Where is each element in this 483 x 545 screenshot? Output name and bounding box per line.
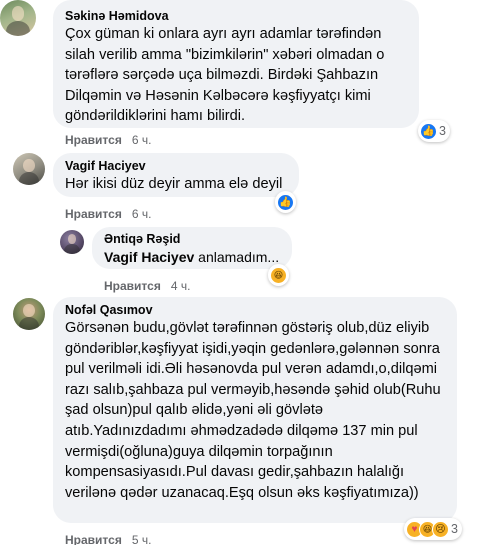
- like-button[interactable]: Нравится: [65, 133, 122, 147]
- like-button[interactable]: Нравится: [65, 207, 122, 221]
- comment-text: Hər ikisi düz deyir amma elə deyil: [65, 176, 283, 192]
- reactions-summary[interactable]: 👍: [275, 191, 296, 213]
- avatar[interactable]: [60, 230, 84, 254]
- reply-text: anlamadım...: [194, 249, 280, 265]
- comment-text: Vagif Haciyev anlamadım...: [104, 247, 280, 268]
- like-button[interactable]: Нравится: [65, 533, 122, 545]
- comment-timestamp[interactable]: 6 ч.: [132, 207, 152, 221]
- comment-actions: Нравится 6 ч.: [65, 133, 151, 147]
- comment-author[interactable]: Səkinə Həmidova: [65, 8, 407, 24]
- like-button[interactable]: Нравится: [104, 279, 161, 293]
- comment-actions: Нравится 4 ч.: [104, 279, 190, 293]
- comment-text: Çox güman ki onlara ayrı ayrı adamlar tə…: [65, 26, 385, 125]
- comment-timestamp[interactable]: 5 ч.: [132, 533, 152, 545]
- comment-bubble: Nofəl Qasımov Görsənən budu,gövlət tərəf…: [53, 297, 457, 523]
- comment-actions: Нравится 5 ч.: [65, 533, 151, 545]
- avatar[interactable]: [13, 153, 45, 185]
- comment-bubble: Səkinə Həmidova Çox güman ki onlara ayrı…: [53, 0, 419, 128]
- mention-link[interactable]: Vagif Haciyev: [104, 249, 194, 265]
- like-icon: 👍: [420, 122, 437, 140]
- comment-actions: Нравится 6 ч.: [65, 207, 151, 221]
- sad-icon: 😢: [432, 520, 449, 538]
- avatar[interactable]: [0, 0, 36, 36]
- comment-author[interactable]: Əntiqə Rəşid: [104, 231, 280, 247]
- reply-bubble: Əntiqə Rəşid Vagif Haciyev anlamadım...: [92, 227, 292, 269]
- comment-author[interactable]: Nofəl Qasımov: [65, 302, 445, 318]
- reaction-count: 3: [439, 124, 446, 138]
- comment-text: Görsənən budu,gövlət tərəfinnən göstəriş…: [65, 320, 441, 501]
- comment-bubble: Vagif Haciyev Hər ikisi düz deyir amma e…: [53, 153, 299, 197]
- reactions-summary[interactable]: 😆: [268, 264, 289, 286]
- like-icon: 👍: [277, 193, 294, 211]
- comment-timestamp[interactable]: 6 ч.: [132, 133, 152, 147]
- avatar[interactable]: [13, 298, 45, 330]
- comment-timestamp[interactable]: 4 ч.: [171, 279, 191, 293]
- haha-icon: 😆: [270, 266, 287, 284]
- reaction-count: 3: [451, 522, 458, 536]
- reactions-summary[interactable]: 👍 3: [418, 120, 450, 142]
- comment-author[interactable]: Vagif Haciyev: [65, 158, 287, 174]
- reactions-summary[interactable]: ♥ 😆 😢 3: [404, 518, 462, 540]
